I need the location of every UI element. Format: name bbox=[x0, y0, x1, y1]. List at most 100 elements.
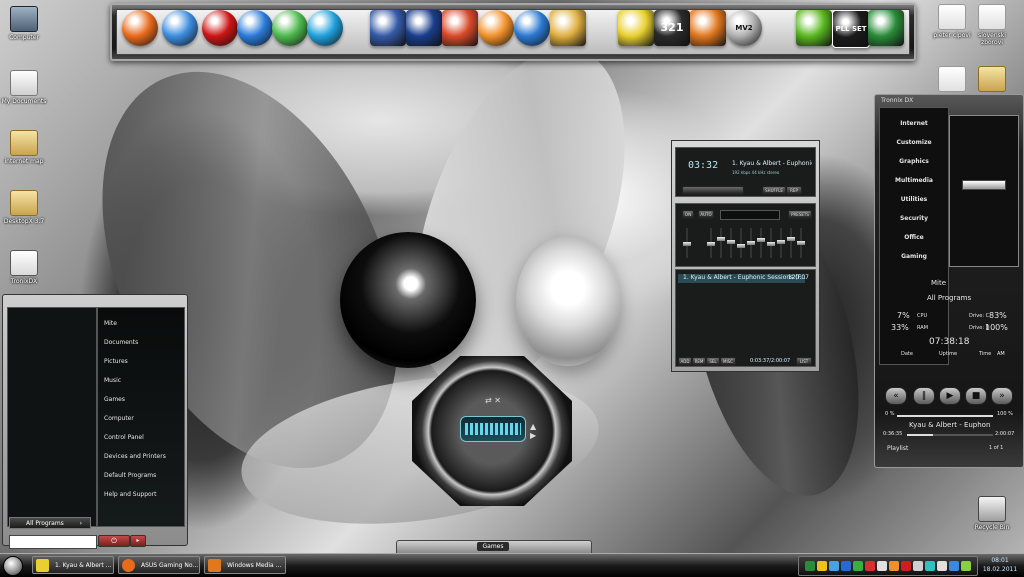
taskbar-winamp[interactable]: 1. Kyau & Albert ... bbox=[32, 556, 114, 574]
repeat-button[interactable]: REP bbox=[786, 186, 802, 195]
start-menu-item[interactable]: Computer bbox=[104, 415, 134, 422]
sidebar-item-internet[interactable]: Internet bbox=[880, 120, 948, 127]
sidebar-item-gaming[interactable]: Gaming bbox=[880, 253, 948, 260]
start-search-input[interactable] bbox=[9, 535, 97, 549]
eq-band-slider[interactable] bbox=[727, 228, 735, 258]
tray-icon[interactable] bbox=[853, 561, 863, 571]
play-button[interactable]: ▶ bbox=[939, 387, 961, 405]
eq-band-slider[interactable] bbox=[717, 228, 725, 258]
pause-button[interactable]: ‖ bbox=[913, 387, 935, 405]
start-menu-item[interactable]: Devices and Printers bbox=[104, 453, 166, 460]
shuffle-button[interactable]: SHUFFLE bbox=[762, 186, 786, 195]
pll-set-icon[interactable]: PLL SET bbox=[832, 10, 870, 48]
tray-icon[interactable] bbox=[913, 561, 923, 571]
playlist-list-button[interactable]: LIST bbox=[796, 357, 812, 366]
skype-icon[interactable] bbox=[307, 10, 343, 46]
track-progress[interactable] bbox=[907, 434, 993, 436]
countdown-icon[interactable]: 321 bbox=[654, 10, 690, 46]
eq-band-slider[interactable] bbox=[767, 228, 775, 258]
desktop-icon-recycle-bin[interactable]: Recycle Bin bbox=[968, 496, 1016, 531]
start-menu-item[interactable]: Pictures bbox=[104, 358, 128, 365]
tray-icon[interactable] bbox=[925, 561, 935, 571]
eq-band-slider[interactable] bbox=[757, 228, 765, 258]
sidebar-item-utilities[interactable]: Utilities bbox=[880, 196, 948, 203]
start-menu-item[interactable]: Mite bbox=[104, 320, 117, 327]
all-programs-button[interactable]: All Programs › bbox=[9, 517, 91, 529]
sidebar-item-graphics[interactable]: Graphics bbox=[880, 158, 948, 165]
winamp-icon[interactable] bbox=[618, 10, 654, 46]
opera-icon[interactable] bbox=[202, 10, 238, 46]
tray-icon[interactable] bbox=[901, 561, 911, 571]
media-icon[interactable] bbox=[690, 10, 726, 46]
sidebar-item-customize[interactable]: Customize bbox=[880, 139, 948, 146]
tray-icon[interactable] bbox=[841, 561, 851, 571]
desktop-icon-desktopx[interactable]: DesktopX 3.7 bbox=[0, 190, 48, 225]
tray-icon[interactable] bbox=[817, 561, 827, 571]
tray-icon[interactable] bbox=[937, 561, 947, 571]
tray-icon[interactable] bbox=[805, 561, 815, 571]
excel-icon[interactable] bbox=[868, 10, 904, 46]
info-icon[interactable] bbox=[478, 10, 514, 46]
desktop-icon-computer[interactable]: Computer bbox=[0, 6, 48, 41]
tray-icon[interactable] bbox=[949, 561, 959, 571]
beach-icon[interactable] bbox=[442, 10, 478, 46]
eq-band-slider[interactable] bbox=[737, 228, 745, 258]
start-menu-item[interactable]: Help and Support bbox=[104, 491, 157, 498]
stop-button[interactable]: ■ bbox=[965, 387, 987, 405]
sidebar-all-programs[interactable]: All Programs bbox=[927, 294, 971, 302]
start-button[interactable] bbox=[3, 556, 23, 576]
playlist-add-button[interactable]: ADD bbox=[678, 357, 692, 366]
paint-icon[interactable] bbox=[550, 10, 586, 46]
tray-icon[interactable] bbox=[961, 561, 971, 571]
start-menu-item[interactable]: Games bbox=[104, 396, 125, 403]
playlist-select-button[interactable]: SEL bbox=[706, 357, 720, 366]
power-options-button[interactable]: ▸ bbox=[130, 535, 146, 547]
playlist-remove-button[interactable]: REM bbox=[692, 357, 706, 366]
next-button[interactable]: » bbox=[991, 387, 1013, 405]
disc-icon[interactable] bbox=[514, 10, 550, 46]
eq-band-slider[interactable] bbox=[747, 228, 755, 258]
firefox-icon[interactable] bbox=[122, 10, 158, 46]
tray-icon[interactable] bbox=[865, 561, 875, 571]
eq-band-slider[interactable] bbox=[797, 228, 805, 258]
media-top-controls[interactable]: ⇄ ✕ bbox=[480, 396, 506, 405]
sidebar-item-multimedia[interactable]: Multimedia bbox=[880, 177, 948, 184]
winamp-transport-buttons[interactable] bbox=[682, 186, 744, 195]
nvidia-icon[interactable] bbox=[796, 10, 832, 46]
media-side-controls[interactable]: ▲ ▶ bbox=[530, 422, 544, 446]
taskbar-firefox[interactable]: ASUS Gaming No... bbox=[118, 556, 200, 574]
internet-explorer-icon[interactable] bbox=[237, 10, 273, 46]
eq-band-slider[interactable] bbox=[787, 228, 795, 258]
photoshop-icon[interactable] bbox=[406, 10, 442, 46]
start-menu-item[interactable]: Default Programs bbox=[104, 472, 156, 479]
messenger-icon[interactable] bbox=[272, 10, 308, 46]
sidebar-item-security[interactable]: Security bbox=[880, 215, 948, 222]
games-tab[interactable]: Games bbox=[477, 542, 509, 551]
taskbar-media-player[interactable]: Windows Media ... bbox=[204, 556, 286, 574]
tray-icon[interactable] bbox=[889, 561, 899, 571]
chrome-icon[interactable] bbox=[162, 10, 198, 46]
tray-icon[interactable] bbox=[877, 561, 887, 571]
previous-button[interactable]: « bbox=[885, 387, 907, 405]
eq-on-button[interactable]: ON bbox=[682, 210, 694, 219]
tray-icon[interactable] bbox=[829, 561, 839, 571]
volume-slider[interactable] bbox=[897, 415, 993, 417]
eq-band-slider[interactable] bbox=[707, 228, 715, 258]
eq-auto-button[interactable]: AUTO bbox=[698, 210, 714, 219]
playlist-misc-button[interactable]: MISC bbox=[720, 357, 736, 366]
clock[interactable]: 08:01 18.02.2011 bbox=[980, 556, 1020, 574]
start-menu-item[interactable]: Music bbox=[104, 377, 121, 384]
eq-band-slider[interactable] bbox=[777, 228, 785, 258]
mv2-icon[interactable]: MV2 bbox=[726, 10, 762, 46]
sidebar-item-office[interactable]: Office bbox=[880, 234, 948, 241]
desktop-icon-slovenski-zborovi[interactable]: slovenski zborovi bbox=[968, 4, 1016, 46]
desktop-icon-folder[interactable] bbox=[968, 66, 1016, 94]
playlist-label[interactable]: Playlist bbox=[887, 445, 908, 452]
desktop-icon-tronixdx[interactable]: TronixDX bbox=[0, 250, 48, 285]
power-button[interactable]: ⏻ bbox=[98, 535, 130, 547]
eq-preamp-slider[interactable] bbox=[683, 228, 691, 258]
start-menu-item[interactable]: Control Panel bbox=[104, 434, 144, 441]
start-menu-item[interactable]: Documents bbox=[104, 339, 138, 346]
desktop-icon-documents[interactable]: My Documents bbox=[0, 70, 48, 105]
photo-icon[interactable] bbox=[370, 10, 406, 46]
